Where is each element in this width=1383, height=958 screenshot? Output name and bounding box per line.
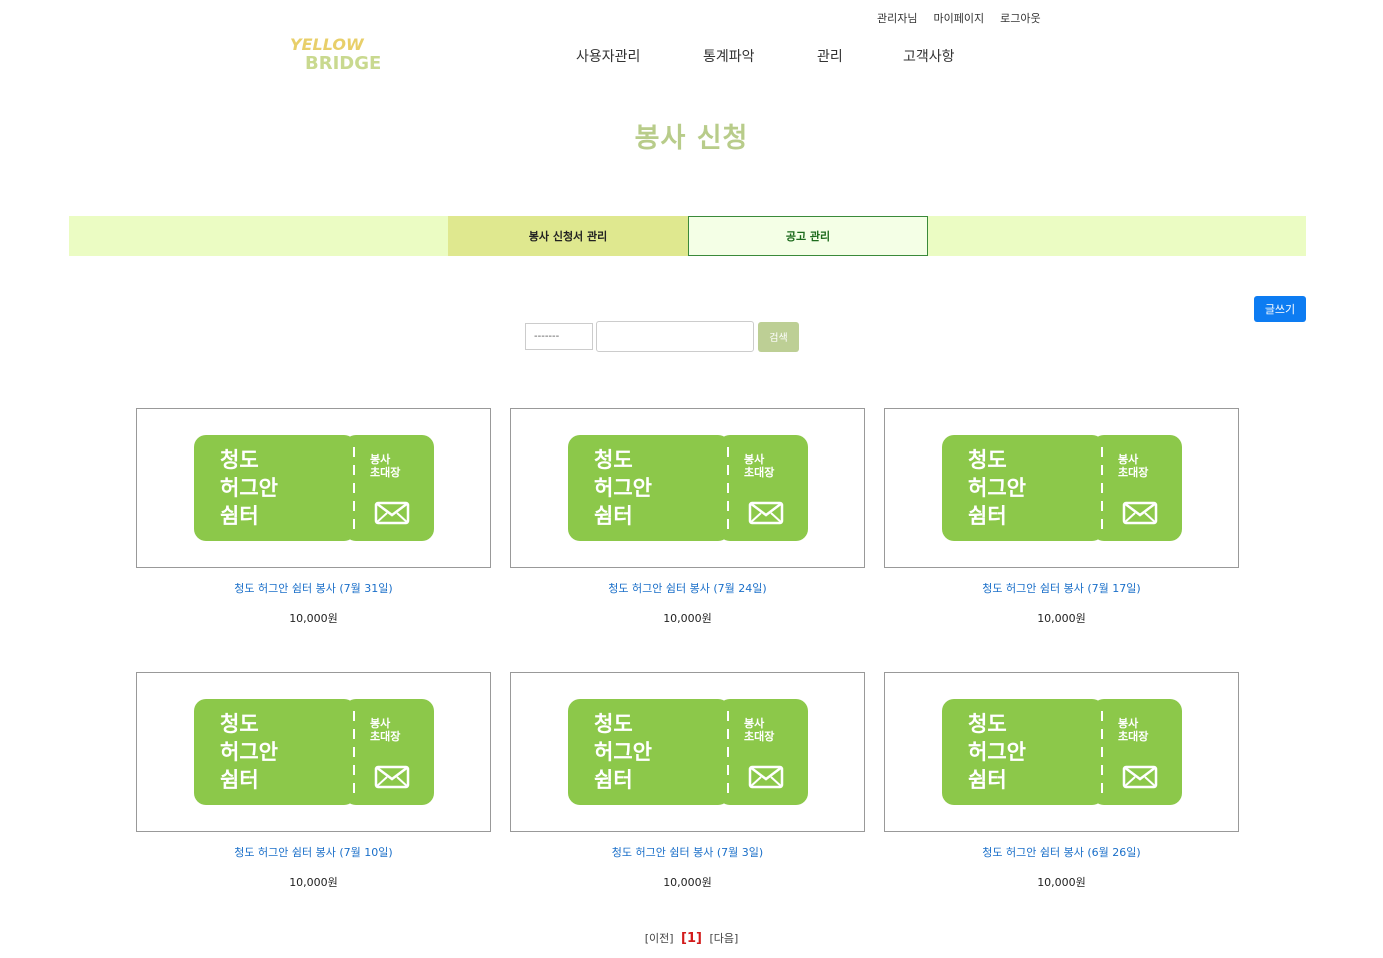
next-page-link[interactable]: [다음] [709, 932, 738, 945]
admin-user-link[interactable]: 관리자님 [877, 10, 917, 26]
ticket-text-line3: 쉼터 [968, 504, 1007, 528]
volunteer-card[interactable]: 청도 허그안 쉼터 봉사 초대장 청도 허그안 쉼터 봉사 (7월 24일) 1… [510, 408, 865, 626]
ticket-stub-line1: 봉사 [370, 716, 391, 730]
card-title[interactable]: 청도 허그안 쉼터 봉사 (7월 24일) [510, 580, 865, 596]
volunteer-card[interactable]: 청도 허그안 쉼터 봉사 초대장 청도 허그안 쉼터 봉사 (7월 31일) 1… [136, 408, 491, 626]
volunteer-card[interactable]: 청도 허그안 쉼터 봉사 초대장 청도 허그안 쉼터 봉사 (7월 10일) 1… [136, 672, 491, 890]
nav-management[interactable]: 관리 [817, 46, 903, 66]
ticket-image: 청도 허그안 쉼터 봉사 초대장 [567, 435, 808, 541]
ticket-text-line2: 허그안 [968, 476, 1026, 500]
current-page[interactable]: [1] [681, 931, 702, 946]
ticket-text-line1: 청도 [968, 712, 1007, 736]
ticket-text-line1: 청도 [594, 448, 633, 472]
ticket-image: 청도 허그안 쉼터 봉사 초대장 [941, 435, 1182, 541]
ticket-text-line3: 쉼터 [968, 768, 1007, 792]
card-price: 10,000원 [289, 612, 338, 625]
card-thumbnail[interactable]: 청도 허그안 쉼터 봉사 초대장 [136, 672, 491, 832]
card-price: 10,000원 [663, 612, 712, 625]
ticket-text-line1: 청도 [220, 448, 259, 472]
ticket-stub-line2: 초대장 [370, 465, 400, 479]
main-nav: 사용자관리 통계파악 관리 고객사항 [576, 46, 955, 66]
ticket-text-line2: 허그안 [220, 740, 278, 764]
volunteer-card[interactable]: 청도 허그안 쉼터 봉사 초대장 청도 허그안 쉼터 봉사 (7월 17일) 1… [884, 408, 1239, 626]
card-title[interactable]: 청도 허그안 쉼터 봉사 (7월 31일) [136, 580, 491, 596]
card-thumbnail[interactable]: 청도 허그안 쉼터 봉사 초대장 [510, 408, 865, 568]
card-title[interactable]: 청도 허그안 쉼터 봉사 (7월 17일) [884, 580, 1239, 596]
ticket-image: 청도 허그안 쉼터 봉사 초대장 [193, 699, 434, 805]
ticket-stub-line2: 초대장 [744, 729, 774, 743]
ticket-text-line2: 허그안 [968, 740, 1026, 764]
tab-bar: 봉사 신청서 관리 공고 관리 [69, 216, 1306, 256]
ticket-stub-line2: 초대장 [744, 465, 774, 479]
tab-notice-management[interactable]: 공고 관리 [688, 216, 928, 256]
ticket-text-line2: 허그안 [220, 476, 278, 500]
volunteer-card[interactable]: 청도 허그안 쉼터 봉사 초대장 청도 허그안 쉼터 봉사 (7월 3일) 10… [510, 672, 865, 890]
ticket-text-line2: 허그안 [594, 740, 652, 764]
write-button[interactable]: 글쓰기 [1254, 296, 1306, 322]
search-bar: ------- 검색 [525, 321, 799, 352]
search-input[interactable] [596, 321, 754, 352]
ticket-image: 청도 허그안 쉼터 봉사 초대장 [193, 435, 434, 541]
volunteer-card[interactable]: 청도 허그안 쉼터 봉사 초대장 청도 허그안 쉼터 봉사 (6월 26일) 1… [884, 672, 1239, 890]
logout-link[interactable]: 로그아웃 [1000, 10, 1040, 26]
ticket-text-line3: 쉼터 [594, 768, 633, 792]
ticket-text-line3: 쉼터 [220, 768, 259, 792]
ticket-text-line1: 청도 [594, 712, 633, 736]
card-title[interactable]: 청도 허그안 쉼터 봉사 (6월 26일) [884, 844, 1239, 860]
card-title[interactable]: 청도 허그안 쉼터 봉사 (7월 3일) [510, 844, 865, 860]
card-thumbnail[interactable]: 청도 허그안 쉼터 봉사 초대장 [136, 408, 491, 568]
ticket-stub-line1: 봉사 [370, 452, 391, 466]
logo-text-bridge: BRIDGE [305, 53, 381, 74]
ticket-text-line1: 청도 [968, 448, 1007, 472]
tab-application-management[interactable]: 봉사 신청서 관리 [448, 216, 688, 256]
ticket-image: 청도 허그안 쉼터 봉사 초대장 [941, 699, 1182, 805]
card-price: 10,000원 [1037, 876, 1086, 889]
search-type-select[interactable]: ------- [525, 323, 593, 350]
nav-statistics[interactable]: 통계파악 [703, 46, 817, 66]
logo-image: YELLOW BRIDGE [290, 35, 381, 74]
ticket-stub-line1: 봉사 [744, 716, 765, 730]
page-title: 봉사 신청 [634, 123, 749, 154]
mypage-link[interactable]: 마이페이지 [933, 10, 984, 26]
ticket-stub-line1: 봉사 [744, 452, 765, 466]
card-price: 10,000원 [289, 876, 338, 889]
ticket-stub-line2: 초대장 [1118, 729, 1148, 743]
pagination: [이전] [1] [다음] [0, 930, 1383, 946]
ticket-stub-line1: 봉사 [1118, 716, 1139, 730]
ticket-text-line2: 허그안 [594, 476, 652, 500]
card-price: 10,000원 [663, 876, 712, 889]
card-thumbnail[interactable]: 청도 허그안 쉼터 봉사 초대장 [884, 408, 1239, 568]
card-title[interactable]: 청도 허그안 쉼터 봉사 (7월 10일) [136, 844, 491, 860]
ticket-text-line1: 청도 [220, 712, 259, 736]
card-price: 10,000원 [1037, 612, 1086, 625]
nav-customer[interactable]: 고객사항 [903, 46, 955, 66]
ticket-text-line3: 쉼터 [594, 504, 633, 528]
ticket-stub-line2: 초대장 [1118, 465, 1148, 479]
ticket-stub-line2: 초대장 [370, 729, 400, 743]
prev-page-link[interactable]: [이전] [645, 932, 674, 945]
card-thumbnail[interactable]: 청도 허그안 쉼터 봉사 초대장 [884, 672, 1239, 832]
logo-text-yellow: YELLOW [290, 35, 365, 54]
search-button[interactable]: 검색 [758, 321, 799, 352]
ticket-text-line3: 쉼터 [220, 504, 259, 528]
top-links: 관리자님 마이페이지 로그아웃 [877, 10, 1041, 26]
ticket-image: 청도 허그안 쉼터 봉사 초대장 [567, 699, 808, 805]
logo[interactable]: YELLOW BRIDGE [290, 34, 390, 74]
ticket-stub-line1: 봉사 [1118, 452, 1139, 466]
card-thumbnail[interactable]: 청도 허그안 쉼터 봉사 초대장 [510, 672, 865, 832]
nav-user-management[interactable]: 사용자관리 [576, 46, 703, 66]
